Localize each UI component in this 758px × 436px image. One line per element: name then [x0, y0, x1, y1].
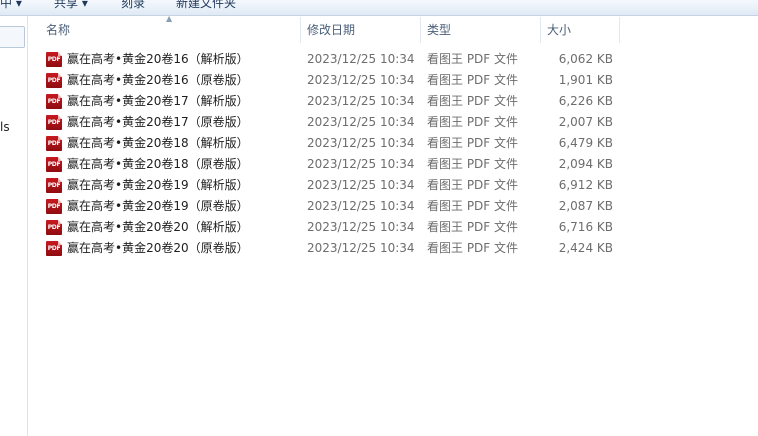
pdf-icon-label: PDF [47, 56, 61, 63]
pdf-icon-label: PDF [47, 245, 61, 252]
file-row[interactable]: PDF 赢在高考•黄金20卷17（原卷版） 2023/12/25 10:34 看… [40, 112, 620, 133]
file-row[interactable]: PDF 赢在高考•黄金20卷19（原卷版） 2023/12/25 10:34 看… [40, 196, 620, 217]
column-header-type[interactable]: 类型 [421, 17, 541, 43]
pdf-icon-label: PDF [47, 182, 61, 189]
file-date: 2023/12/25 10:34 [307, 94, 415, 108]
file-name[interactable]: 赢在高考•黄金20卷19（解析版） [67, 175, 249, 196]
pdf-icon-label: PDF [47, 119, 61, 126]
pdf-icon-label: PDF [47, 77, 61, 84]
pdf-file-icon: PDF [46, 178, 62, 193]
file-row[interactable]: PDF 赢在高考•黄金20卷16（原卷版） 2023/12/25 10:34 看… [40, 70, 620, 91]
pdf-file-icon: PDF [46, 52, 62, 67]
pdf-icon-label: PDF [47, 224, 61, 231]
file-date: 2023/12/25 10:34 [307, 73, 415, 87]
file-size: 6,716 KB [558, 220, 613, 234]
file-type: 看图王 PDF 文件 [427, 157, 519, 171]
file-size: 6,226 KB [558, 94, 613, 108]
file-date: 2023/12/25 10:34 [307, 241, 415, 255]
file-row[interactable]: PDF 赢在高考•黄金20卷18（原卷版） 2023/12/25 10:34 看… [40, 154, 620, 175]
file-date: 2023/12/25 10:34 [307, 178, 415, 192]
file-size: 6,479 KB [558, 136, 613, 150]
file-row[interactable]: PDF 赢在高考•黄金20卷20（解析版） 2023/12/25 10:34 看… [40, 217, 620, 238]
pdf-file-icon: PDF [46, 115, 62, 130]
file-row[interactable]: PDF 赢在高考•黄金20卷16（解析版） 2023/12/25 10:34 看… [40, 49, 620, 70]
file-name[interactable]: 赢在高考•黄金20卷18（原卷版） [67, 154, 249, 175]
pdf-icon-label: PDF [47, 161, 61, 168]
file-date: 2023/12/25 10:34 [307, 52, 415, 66]
file-size: 1,901 KB [558, 73, 613, 87]
file-type: 看图王 PDF 文件 [427, 136, 519, 150]
column-header-row: 名称 ▲ 修改日期 类型 大小 [40, 14, 620, 43]
pdf-file-icon: PDF [46, 199, 62, 214]
file-type: 看图王 PDF 文件 [427, 115, 519, 129]
pdf-icon-label: PDF [47, 203, 61, 210]
column-header-date-label: 修改日期 [307, 23, 356, 37]
file-name[interactable]: 赢在高考•黄金20卷16（解析版） [67, 49, 249, 70]
file-date: 2023/12/25 10:34 [307, 136, 415, 150]
column-header-name-label: 名称 [46, 23, 71, 37]
file-name[interactable]: 赢在高考•黄金20卷16（原卷版） [67, 70, 249, 91]
pdf-file-icon: PDF [46, 94, 62, 109]
file-type: 看图王 PDF 文件 [427, 52, 519, 66]
pdf-file-icon: PDF [46, 220, 62, 235]
file-name[interactable]: 赢在高考•黄金20卷19（原卷版） [67, 196, 249, 217]
column-header-size[interactable]: 大小 [541, 17, 620, 43]
file-date: 2023/12/25 10:34 [307, 157, 415, 171]
file-size: 2,094 KB [558, 157, 613, 171]
pdf-file-icon: PDF [46, 157, 62, 172]
file-name[interactable]: 赢在高考•黄金20卷18（解析版） [67, 133, 249, 154]
nav-selected-item[interactable] [0, 26, 25, 48]
file-date: 2023/12/25 10:34 [307, 199, 415, 213]
pdf-icon-label: PDF [47, 98, 61, 105]
pdf-file-icon: PDF [46, 73, 62, 88]
file-type: 看图王 PDF 文件 [427, 94, 519, 108]
toolbar-item-new-folder[interactable]: 新建文件夹 [176, 0, 236, 12]
file-type: 看图王 PDF 文件 [427, 241, 519, 255]
toolbar: 中 ▾ 共享 ▾ 刻录 新建文件夹 [0, 0, 758, 16]
file-type: 看图王 PDF 文件 [427, 220, 519, 234]
column-header-name[interactable]: 名称 ▲ [40, 14, 301, 43]
nav-item-label[interactable]: ls [0, 120, 10, 134]
pdf-file-icon: PDF [46, 136, 62, 151]
file-type: 看图王 PDF 文件 [427, 199, 519, 213]
file-size: 6,912 KB [558, 178, 613, 192]
file-date: 2023/12/25 10:34 [307, 115, 415, 129]
file-size: 2,087 KB [558, 199, 613, 213]
file-row[interactable]: PDF 赢在高考•黄金20卷19（解析版） 2023/12/25 10:34 看… [40, 175, 620, 196]
file-name[interactable]: 赢在高考•黄金20卷17（解析版） [67, 91, 249, 112]
column-header-size-label: 大小 [547, 23, 572, 37]
pdf-icon-label: PDF [47, 140, 61, 147]
column-header-type-label: 类型 [427, 23, 452, 37]
file-size: 2,424 KB [558, 241, 613, 255]
file-name[interactable]: 赢在高考•黄金20卷20（解析版） [67, 217, 249, 238]
toolbar-item-organize[interactable]: 中 ▾ [0, 0, 22, 12]
sort-up-arrow-icon: ▲ [166, 14, 173, 23]
toolbar-item-share[interactable]: 共享 ▾ [54, 0, 88, 12]
column-header-date[interactable]: 修改日期 [301, 17, 421, 43]
file-name[interactable]: 赢在高考•黄金20卷20（原卷版） [67, 238, 249, 259]
file-row[interactable]: PDF 赢在高考•黄金20卷20（原卷版） 2023/12/25 10:34 看… [40, 238, 620, 259]
file-name[interactable]: 赢在高考•黄金20卷17（原卷版） [67, 112, 249, 133]
file-size: 2,007 KB [558, 115, 613, 129]
file-type: 看图王 PDF 文件 [427, 178, 519, 192]
file-date: 2023/12/25 10:34 [307, 220, 415, 234]
toolbar-item-burn[interactable]: 刻录 [121, 0, 145, 12]
file-row[interactable]: PDF 赢在高考•黄金20卷17（解析版） 2023/12/25 10:34 看… [40, 91, 620, 112]
file-type: 看图王 PDF 文件 [427, 73, 519, 87]
file-row[interactable]: PDF 赢在高考•黄金20卷18（解析版） 2023/12/25 10:34 看… [40, 133, 620, 154]
pdf-file-icon: PDF [46, 241, 62, 256]
file-list: PDF 赢在高考•黄金20卷16（解析版） 2023/12/25 10:34 看… [40, 49, 620, 259]
file-size: 6,062 KB [558, 52, 613, 66]
navigation-pane[interactable]: ls [0, 16, 28, 436]
